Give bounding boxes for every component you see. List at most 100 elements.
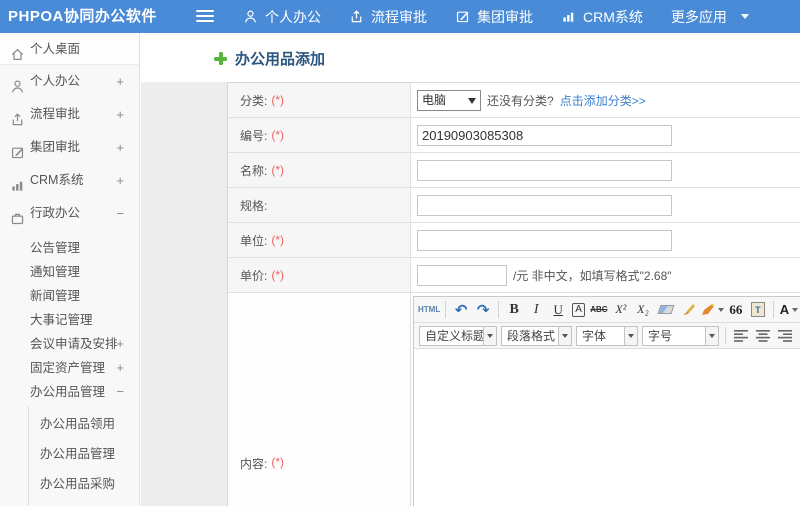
sidebar: 个人桌面 个人办公 + 流程审批 + 集团审批 + CRM系统 + 行政办公 −… — [0, 33, 140, 506]
font-family-select[interactable]: 字体 — [576, 325, 638, 346]
unit-input[interactable] — [417, 229, 672, 251]
collapse-icon[interactable]: − — [116, 197, 124, 230]
sidebar-item-label: 办公用品领用 — [40, 417, 116, 431]
field-label: 单价: (*) — [228, 258, 411, 292]
editor-toolbar-row2: 自定义标题 段落格式 字体 字号 — [414, 323, 800, 349]
expand-icon[interactable]: + — [116, 164, 124, 197]
sidebar-item-notice-mgmt[interactable]: 通知管理 — [0, 260, 139, 284]
select-caret-icon — [468, 97, 476, 108]
page-title-text: 办公用品添加 — [235, 51, 326, 68]
expand-icon[interactable]: + — [116, 131, 124, 164]
rich-text-editor: HTML ↶ ↷ B I U A ABC X² X₂ 66 T A 自定义标题 … — [413, 296, 800, 506]
redo-icon[interactable]: ↷ — [473, 300, 493, 320]
format-painter-icon[interactable] — [679, 300, 699, 320]
supplies-submenu: 办公用品领用 办公用品管理 办公用品采购 — [0, 404, 139, 506]
sidebar-item-crm-system[interactable]: CRM系统 + — [0, 164, 139, 197]
sidebar-item-personal-office[interactable]: 个人办公 + — [0, 65, 139, 98]
sidebar-item-admin-office[interactable]: 行政办公 − — [0, 197, 139, 230]
select-caret-icon — [483, 326, 496, 345]
font-color-button[interactable]: A — [779, 300, 799, 320]
sidebar-item-events-mgmt[interactable]: 大事记管理 — [0, 308, 139, 332]
align-center-icon[interactable] — [753, 326, 773, 346]
field-label: 编号: (*) — [228, 118, 411, 152]
form-row-name: 名称: (*) — [228, 153, 800, 188]
sidebar-item-label: CRM系统 — [30, 173, 84, 187]
form-row-spec: 规格: — [228, 188, 800, 223]
sidebar-item-meeting-mgmt[interactable]: 会议申请及安排 + — [0, 332, 139, 356]
sidebar-item-label: 大事记管理 — [30, 313, 93, 327]
required-mark: (*) — [271, 93, 285, 107]
expand-icon[interactable]: + — [116, 356, 124, 380]
nav-crm-system[interactable]: CRM系统 — [547, 0, 657, 33]
spec-input[interactable] — [417, 194, 672, 216]
underline-button[interactable]: U — [548, 300, 568, 320]
sidebar-item-label: 通知管理 — [30, 265, 81, 279]
nav-label: 流程审批 — [371, 8, 427, 25]
add-plus-icon — [214, 52, 227, 65]
sidebar-item-label: 行政办公 — [30, 206, 81, 220]
source-code-button[interactable]: HTML — [418, 300, 440, 320]
share-up-icon — [349, 9, 364, 24]
clear-format-eraser-icon[interactable] — [655, 300, 677, 320]
bar-chart-icon — [561, 9, 576, 24]
category-select[interactable]: 电脑 — [417, 89, 481, 111]
paragraph-format-select[interactable]: 段落格式 — [501, 325, 572, 346]
expand-icon[interactable]: + — [116, 65, 124, 98]
sidebar-item-personal-desktop[interactable]: 个人桌面 — [0, 33, 139, 65]
sidebar-item-label: 办公用品管理 — [30, 385, 106, 399]
sidebar-item-process-approval[interactable]: 流程审批 + — [0, 98, 139, 131]
field-label: 单位: (*) — [228, 223, 411, 257]
align-left-icon[interactable] — [731, 326, 751, 346]
expand-icon[interactable]: + — [116, 332, 124, 356]
price-format-hint: /元 非中文，如填写格式"2.68" — [513, 268, 672, 283]
nav-label: 个人办公 — [265, 8, 321, 25]
sidebar-item-group-approval[interactable]: 集团审批 + — [0, 131, 139, 164]
briefcase-icon — [10, 206, 25, 239]
highlight-pen-icon[interactable] — [701, 300, 724, 320]
nav-process-approval[interactable]: 流程审批 — [335, 0, 441, 33]
hamburger-menu-icon[interactable] — [196, 10, 214, 23]
italic-button[interactable]: I — [526, 300, 546, 320]
paste-plain-icon[interactable]: T — [748, 300, 768, 320]
nav-label: CRM系统 — [583, 8, 643, 25]
sidebar-item-asset-mgmt[interactable]: 固定资产管理 + — [0, 356, 139, 380]
editor-content-area[interactable] — [414, 349, 800, 506]
required-mark: (*) — [271, 268, 285, 282]
sidebar-item-supplies-receive[interactable]: 办公用品领用 — [0, 409, 139, 439]
field-label: 规格: — [228, 188, 411, 222]
align-right-icon[interactable] — [775, 326, 795, 346]
form-row-category: 分类: (*) 电脑 还没有分类? 点击添加分类>> — [228, 83, 800, 118]
sidebar-item-news-mgmt[interactable]: 新闻管理 — [0, 284, 139, 308]
main-content: 办公用品添加 分类: (*) 电脑 还没有分类? 点击添加分类>> 编号: (*… — [141, 33, 800, 506]
nav-more-apps[interactable]: 更多应用 — [657, 0, 763, 33]
expand-icon[interactable]: + — [116, 98, 124, 131]
sidebar-item-label: 个人桌面 — [30, 42, 81, 56]
nav-group-approval[interactable]: 集团审批 — [441, 0, 547, 33]
sidebar-item-announcement-mgmt[interactable]: 公告管理 — [0, 236, 139, 260]
sidebar-item-label: 流程审批 — [30, 107, 81, 121]
admin-office-submenu: 公告管理 通知管理 新闻管理 大事记管理 会议申请及安排 + 固定资产管理 + 办公… — [0, 230, 139, 404]
strikethrough-button[interactable]: ABC — [589, 300, 609, 320]
collapse-icon[interactable]: − — [116, 380, 124, 404]
custom-title-select[interactable]: 自定义标题 — [419, 325, 497, 346]
form-row-content: 内容: (*) HTML ↶ ↷ B I U A ABC X² X₂ 66 T … — [228, 293, 800, 506]
name-input[interactable] — [417, 159, 672, 181]
code-input[interactable] — [417, 124, 672, 146]
font-size-select[interactable]: 字号 — [642, 325, 719, 346]
sidebar-item-supplies-manage[interactable]: 办公用品管理 — [0, 439, 139, 469]
sidebar-item-supplies-purchase[interactable]: 办公用品采购 — [0, 469, 139, 499]
bold-button[interactable]: B — [504, 300, 524, 320]
font-border-button[interactable]: A — [572, 302, 585, 317]
undo-icon[interactable]: ↶ — [451, 300, 471, 320]
required-mark: (*) — [271, 233, 285, 247]
nav-personal-office[interactable]: 个人办公 — [229, 0, 335, 33]
required-mark: (*) — [271, 128, 285, 142]
category-hint: 还没有分类? — [487, 93, 554, 108]
sidebar-item-supplies-mgmt[interactable]: 办公用品管理 − — [0, 380, 139, 404]
superscript-button[interactable]: X² — [611, 300, 631, 320]
add-category-link[interactable]: 点击添加分类>> — [560, 92, 646, 109]
sidebar-item-label: 会议申请及安排 — [30, 337, 118, 351]
blockquote-button[interactable]: 66 — [726, 300, 746, 320]
price-input[interactable] — [417, 264, 507, 286]
subscript-button[interactable]: X₂ — [633, 300, 653, 320]
